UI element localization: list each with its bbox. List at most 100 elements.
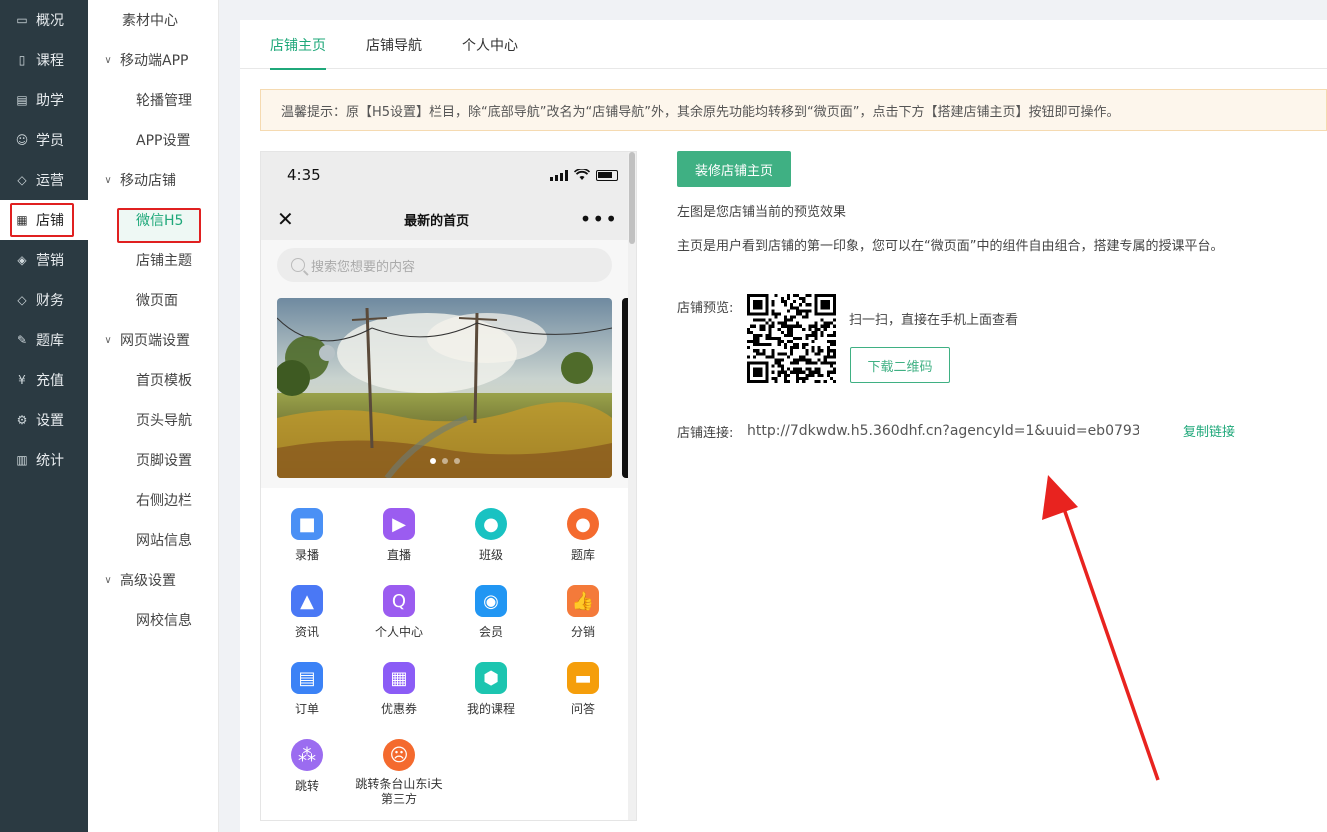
submenu-item-1-2[interactable]: 微页面 [88, 280, 218, 320]
class-pin-icon: ● [475, 508, 507, 540]
submenu-item-2-3[interactable]: 右侧边栏 [88, 480, 218, 520]
qa-folder-icon: ▬ [567, 662, 599, 694]
student-icon: ☺ [15, 133, 29, 147]
submenu-label: 页脚设置 [136, 453, 192, 469]
scrollbar-thumb[interactable] [629, 152, 635, 244]
nav-item-overview[interactable]: ▭ 概况 [0, 0, 88, 40]
submenu-label: 轮播管理 [136, 93, 192, 109]
grid-item-label: 个人中心 [374, 625, 423, 639]
submenu-item-1-0[interactable]: 微信H5 [88, 200, 218, 240]
submenu-item-2-1[interactable]: 页头导航 [88, 400, 218, 440]
more-icon[interactable]: ••• [580, 207, 618, 231]
nav-item-label: 概况 [36, 13, 64, 29]
nav-item-marketing[interactable]: ◈ 营销 [0, 240, 88, 280]
tab-shop-nav[interactable]: 店铺导航 [366, 20, 422, 69]
submenu-label: 移动店铺 [120, 173, 176, 189]
submenu-group-3[interactable]: ∨ 高级设置 [88, 560, 218, 600]
shop-icon: ▦ [16, 213, 28, 227]
news-house-icon: ▲ [291, 585, 323, 617]
grid-item-label: 跳转条台山东i夫第三方 [355, 777, 443, 806]
nav-item-study[interactable]: ▤ 助学 [0, 80, 88, 120]
submenu-label: 素材中心 [122, 13, 178, 29]
grid-item[interactable]: ▶ 直播 [353, 500, 445, 577]
shop-link-label: 店铺连接: [677, 426, 734, 441]
grid-item[interactable]: ▦ 优惠券 [353, 654, 445, 731]
nav-item-label: 题库 [36, 333, 64, 349]
submenu-item-3-0[interactable]: 网校信息 [88, 600, 218, 640]
nav-item-settings[interactable]: ⚙ 设置 [0, 400, 88, 440]
nav-item-recharge[interactable]: ¥ 充值 [0, 360, 88, 400]
stats-icon: ▥ [16, 453, 28, 467]
submenu-group-0[interactable]: ∨ 移动端APP [88, 40, 218, 80]
nav-item-label: 运营 [36, 173, 64, 189]
nav-item-label: 课程 [36, 53, 64, 69]
submenu-item-2-0[interactable]: 首页模板 [88, 360, 218, 400]
submenu-label: 网站信息 [136, 533, 192, 549]
home-description: 主页是用户看到店铺的第一印象，您可以在“微页面”中的组件自由组合，搭建专属的授课… [677, 239, 1224, 254]
grid-item[interactable]: ◉ 会员 [445, 577, 537, 654]
grid-item-label: 直播 [386, 548, 411, 562]
grid-item-label: 问答 [570, 702, 595, 716]
banner-image[interactable] [277, 298, 612, 478]
nav-item-question-bank[interactable]: ✎ 题库 [0, 320, 88, 360]
grid-item[interactable]: Q 个人中心 [353, 577, 445, 654]
nav-item-label: 营销 [36, 253, 64, 269]
phone-time: 4:35 [287, 166, 321, 184]
phone-search-area: 搜索您想要的内容 [261, 240, 636, 290]
submenu-item-0-1[interactable]: APP设置 [88, 120, 218, 160]
grid-item[interactable]: ⬢ 我的课程 [445, 654, 537, 731]
nav-item-finance[interactable]: ◇ 财务 [0, 280, 88, 320]
submenu-label: 右侧边栏 [136, 493, 192, 509]
qr-code-image [747, 294, 836, 383]
grid-item-label: 会员 [478, 625, 503, 639]
nav-item-label: 统计 [36, 453, 64, 469]
scan-hint: 扫一扫，直接在手机上面查看 [849, 313, 1019, 328]
search-placeholder: 搜索您想要的内容 [311, 259, 416, 275]
submenu-group-1[interactable]: ∨ 移动店铺 [88, 160, 218, 200]
submenu-label: APP设置 [136, 133, 191, 149]
submenu-item-material-center[interactable]: 素材中心 [88, 0, 218, 40]
decorate-shop-home-button[interactable]: 装修店铺主页 [677, 151, 791, 187]
nav-item-shop[interactable]: ▦ 店铺 [0, 200, 88, 240]
live-tv-icon: ▶ [383, 508, 415, 540]
submenu-label: 首页模板 [136, 373, 192, 389]
grid-item-label: 题库 [570, 548, 595, 562]
grid-item[interactable]: ● 班级 [445, 500, 537, 577]
grid-item-label: 分销 [570, 625, 595, 639]
submenu-group-2[interactable]: ∨ 网页端设置 [88, 320, 218, 360]
phone-scrollbar[interactable] [628, 152, 636, 820]
submenu-item-2-2[interactable]: 页脚设置 [88, 440, 218, 480]
phone-preview: 4:35 ✕ 最新的首页 ••• 搜索您想要的内容 ■ 录播 ▶ 直播 ● 班级… [260, 151, 637, 821]
phone-status-icons [550, 169, 618, 181]
nav-item-stats[interactable]: ▥ 统计 [0, 440, 88, 480]
study-icon: ▤ [16, 93, 28, 107]
grid-item[interactable]: ⁂ 跳转 [261, 731, 353, 808]
nav-item-label: 学员 [36, 133, 64, 149]
submenu-item-0-0[interactable]: 轮播管理 [88, 80, 218, 120]
grid-item[interactable]: ■ 录播 [261, 500, 353, 577]
nav-item-student[interactable]: ☺ 学员 [0, 120, 88, 160]
shop-preview-label: 店铺预览: [677, 301, 734, 316]
close-icon[interactable]: ✕ [277, 207, 294, 231]
grid-item[interactable]: ▤ 订单 [261, 654, 353, 731]
tab-personal-center[interactable]: 个人中心 [462, 20, 518, 69]
nav-item-course[interactable]: ▯ 课程 [0, 40, 88, 80]
grid-item[interactable]: ▬ 问答 [537, 654, 629, 731]
tab-shop-home[interactable]: 店铺主页 [270, 20, 326, 70]
copy-link-button[interactable]: 复制链接 [1183, 421, 1235, 440]
submenu-item-1-1[interactable]: 店铺主题 [88, 240, 218, 280]
order-book-icon: ▤ [291, 662, 323, 694]
grid-item-label: 录播 [294, 548, 319, 562]
download-qr-button[interactable]: 下载二维码 [850, 347, 950, 383]
nav-item-operate[interactable]: ◇ 运营 [0, 160, 88, 200]
phone-search-input[interactable]: 搜索您想要的内容 [277, 248, 612, 282]
grid-item[interactable]: ☹ 跳转条台山东i夫第三方 [353, 731, 445, 808]
chevron-down-icon: ∨ [104, 334, 112, 346]
submenu-item-2-4[interactable]: 网站信息 [88, 520, 218, 560]
personal-center-icon: Q [383, 585, 415, 617]
grid-item[interactable]: 👍 分销 [537, 577, 629, 654]
grid-item[interactable]: ● 题库 [537, 500, 629, 577]
question-planet-icon: ● [567, 508, 599, 540]
grid-item[interactable]: ▲ 资讯 [261, 577, 353, 654]
grid-item-label: 班级 [478, 548, 503, 562]
